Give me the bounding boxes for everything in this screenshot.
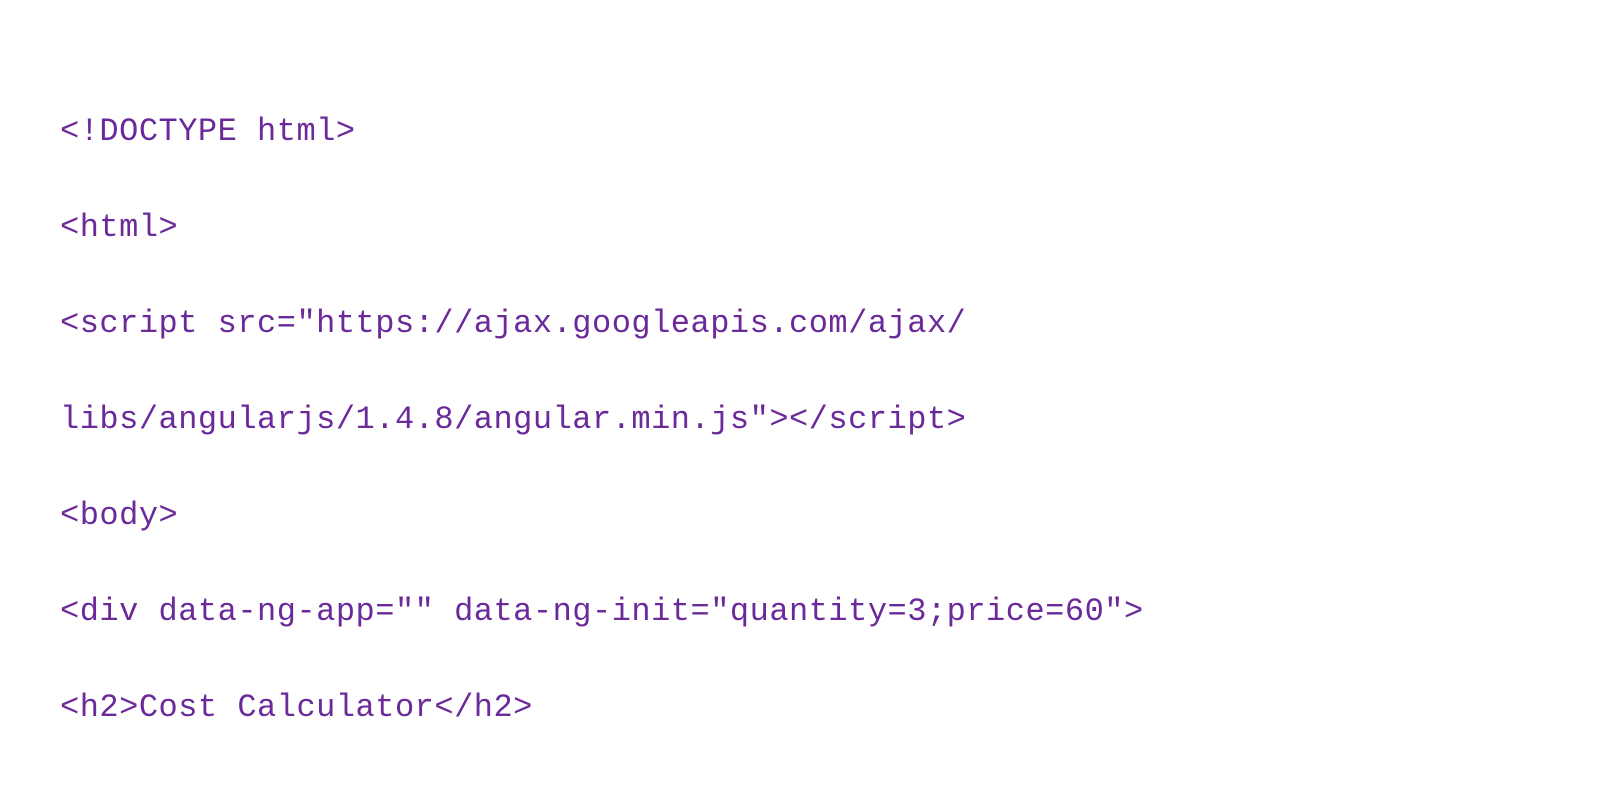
code-line: <h2>Cost Calculator</h2> bbox=[60, 684, 1540, 732]
code-line: <html> bbox=[60, 204, 1540, 252]
code-line: <script src="https://ajax.googleapis.com… bbox=[60, 300, 1540, 348]
code-line: Quantity: <input type="number" ng-model=… bbox=[60, 780, 1540, 786]
code-line: <body> bbox=[60, 492, 1540, 540]
code-line: <!DOCTYPE html> bbox=[60, 108, 1540, 156]
code-snippet: <!DOCTYPE html> <html> <script src="http… bbox=[0, 0, 1600, 786]
code-line: <div data-ng-app="" data-ng-init="quanti… bbox=[60, 588, 1540, 636]
code-line: libs/angularjs/1.4.8/angular.min.js"></s… bbox=[60, 396, 1540, 444]
